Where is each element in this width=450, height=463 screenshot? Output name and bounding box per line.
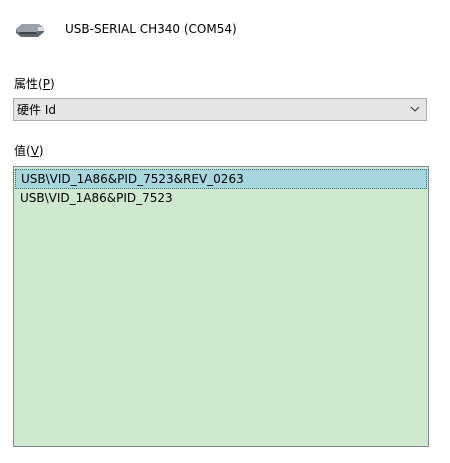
property-label: 属性(P) xyxy=(14,76,55,92)
value-list[interactable]: USB\VID_1A86&PID_7523&REV_0263 USB\VID_1… xyxy=(13,166,429,447)
property-accelerator-key: P xyxy=(42,77,50,91)
value-list-item[interactable]: USB\VID_1A86&PID_7523 xyxy=(15,189,427,209)
usb-serial-device-icon xyxy=(16,24,44,37)
property-selected-value: 硬件 Id xyxy=(17,103,56,117)
value-accelerator-key: V xyxy=(30,144,39,158)
property-label-text: 属性 xyxy=(14,77,39,91)
chevron-down-icon xyxy=(410,106,420,112)
device-header xyxy=(14,18,46,42)
value-accelerator-close: ) xyxy=(38,144,44,158)
property-dropdown[interactable]: 硬件 Id xyxy=(13,98,427,121)
device-title: USB-SERIAL CH340 (COM54) xyxy=(65,22,237,36)
value-list-item[interactable]: USB\VID_1A86&PID_7523&REV_0263 xyxy=(15,169,427,189)
property-accelerator-close: ) xyxy=(49,77,55,91)
value-label-text: 值 xyxy=(14,144,27,158)
value-label: 值(V) xyxy=(14,143,44,159)
